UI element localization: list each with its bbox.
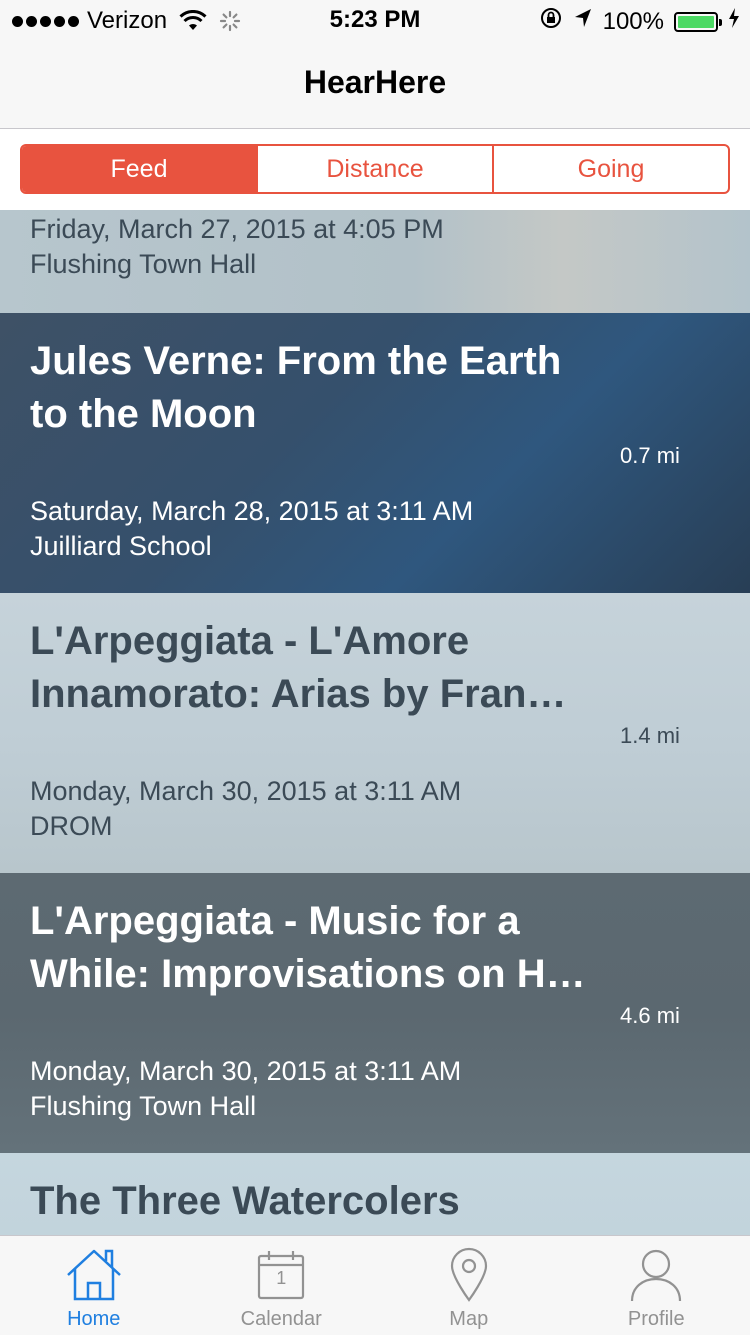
event-date: Monday, March 30, 2015 at 3:11 AM	[30, 776, 461, 807]
segment-going[interactable]: Going	[492, 146, 728, 192]
event-venue: Flushing Town Hall	[30, 1091, 256, 1122]
event-venue: Juilliard School	[30, 531, 212, 562]
segment-feed[interactable]: Feed	[22, 146, 256, 192]
event-card[interactable]: Jules Verne: From the Earth to the Moon …	[0, 313, 750, 593]
tab-label: Map	[449, 1308, 488, 1331]
event-title: L'Arpeggiata - L'Amore Innamorato: Arias…	[30, 615, 610, 721]
event-title: The Three Watercolers	[30, 1175, 730, 1228]
event-venue: DROM	[30, 811, 113, 842]
event-date: Friday, March 27, 2015 at 4:05 PM	[30, 214, 444, 245]
page-title: HearHere	[0, 64, 750, 101]
battery-icon	[674, 12, 718, 32]
tab-calendar[interactable]: 1 Calendar	[188, 1236, 376, 1335]
calendar-icon: 1	[256, 1246, 306, 1304]
tab-profile[interactable]: Profile	[563, 1236, 750, 1335]
event-date: Monday, March 30, 2015 at 3:11 AM	[30, 1056, 461, 1087]
calendar-day: 1	[256, 1268, 306, 1289]
event-distance: 0.7 mi	[620, 443, 680, 469]
home-icon	[64, 1246, 124, 1304]
tab-map[interactable]: Map	[375, 1236, 563, 1335]
status-bar: Verizon 5:23 P	[0, 0, 750, 40]
event-card[interactable]: L'Arpeggiata - L'Amore Innamorato: Arias…	[0, 593, 750, 873]
segment-distance[interactable]: Distance	[256, 146, 492, 192]
charging-bolt-icon	[728, 7, 740, 36]
event-card[interactable]: The Three Watercolers	[0, 1153, 750, 1235]
event-distance: 1.4 mi	[620, 723, 680, 749]
segmented-control: Feed Distance Going	[20, 144, 730, 194]
location-arrow-icon	[573, 7, 593, 36]
event-feed[interactable]: Friday, March 27, 2015 at 4:05 PM Flushi…	[0, 210, 750, 1235]
event-venue: Flushing Town Hall	[30, 249, 256, 280]
event-title: L'Arpeggiata - Music for a While: Improv…	[30, 895, 610, 1001]
rotation-lock-icon	[539, 6, 563, 37]
tab-label: Calendar	[241, 1308, 322, 1331]
tab-home[interactable]: Home	[0, 1236, 188, 1335]
tab-label: Profile	[628, 1308, 685, 1331]
event-card[interactable]: L'Arpeggiata - Music for a While: Improv…	[0, 873, 750, 1153]
event-date: Saturday, March 28, 2015 at 3:11 AM	[30, 496, 473, 527]
navigation-bar: HearHere	[0, 40, 750, 129]
event-title: Jules Verne: From the Earth to the Moon	[30, 335, 610, 441]
battery-percent: 100%	[603, 8, 664, 36]
event-distance: 4.6 mi	[620, 1003, 680, 1029]
map-pin-icon	[449, 1246, 489, 1304]
tab-bar: Home 1 Calendar Map	[0, 1235, 750, 1335]
event-card[interactable]: Friday, March 27, 2015 at 4:05 PM Flushi…	[0, 210, 750, 313]
segmented-control-container: Feed Distance Going	[0, 129, 750, 210]
profile-icon	[628, 1246, 684, 1304]
status-right: 100%	[539, 6, 740, 37]
tab-label: Home	[67, 1308, 120, 1331]
